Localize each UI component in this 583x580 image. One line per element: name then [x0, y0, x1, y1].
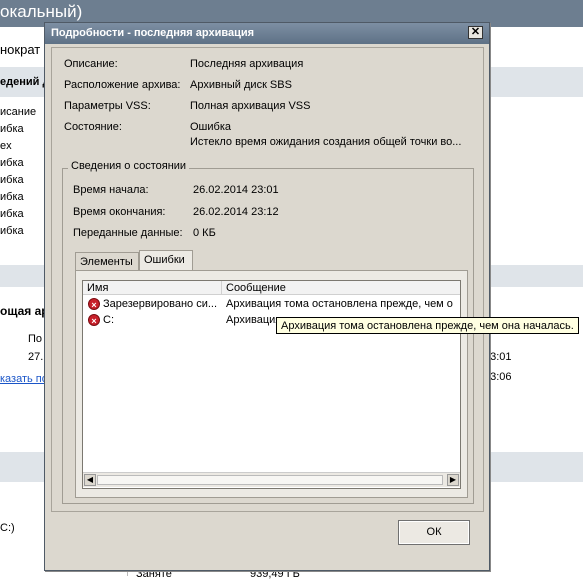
vss-value: Полная архивация VSS	[190, 100, 311, 112]
dialog-titlebar[interactable]: Подробности - последняя архивация ✕	[45, 23, 489, 44]
tab-elements[interactable]: Элементы	[75, 252, 139, 270]
background-list-item[interactable]: ибка	[0, 157, 24, 169]
error-row-message: Архивация тома остановлена прежде, чем о	[226, 298, 453, 310]
ok-button-label: ОК	[426, 526, 442, 538]
background-list: исание ибка ex ибка ибка ибка ибка ибка	[0, 106, 40, 241]
error-row[interactable]: × Зарезервировано си... Архивация тома о…	[83, 297, 460, 311]
details-dialog: Подробности - последняя архивация ✕ Опис…	[44, 22, 490, 571]
end-time-value: 26.02.2014 23:12	[193, 206, 279, 218]
location-value: Архивный диск SBS	[190, 79, 292, 91]
background-list-item[interactable]: ибка	[0, 174, 24, 186]
end-time-label: Время окончания:	[73, 206, 166, 218]
background-header-text: нократ	[0, 42, 41, 57]
column-header-name-label: Имя	[87, 282, 109, 294]
error-icon: ×	[88, 298, 100, 310]
errors-list[interactable]: Имя Сообщение × Зарезервировано си... Ар…	[82, 280, 461, 489]
state-label: Состояние:	[64, 121, 122, 133]
error-row-name: C:	[103, 314, 114, 326]
scroll-left-button[interactable]: ◀	[84, 474, 96, 486]
background-list-item[interactable]: ибка	[0, 191, 24, 203]
dialog-content-panel: Описание: Последняя архивация Расположен…	[51, 47, 484, 512]
close-icon: ✕	[470, 26, 481, 38]
background-link[interactable]: казать по	[0, 373, 48, 385]
background-section-title-2: ощая ар	[0, 304, 49, 318]
background-date-fragment: 27.	[28, 351, 44, 363]
column-header-message-label: Сообщение	[226, 282, 286, 294]
background-list-item[interactable]: ибка	[0, 225, 24, 237]
column-header-message[interactable]: Сообщение	[222, 281, 460, 295]
tab-errors[interactable]: Ошибки	[139, 250, 193, 270]
error-row-name: Зарезервировано си...	[103, 298, 218, 310]
column-header-name[interactable]: Имя	[83, 281, 222, 295]
state-value: Ошибка	[190, 121, 231, 133]
background-list-item[interactable]: ex	[0, 140, 12, 152]
background-section-title: едений д	[0, 76, 50, 88]
location-label: Расположение архива:	[64, 79, 181, 91]
error-icon: ×	[88, 314, 100, 326]
scroll-thumb[interactable]	[97, 475, 443, 485]
start-time-value: 26.02.2014 23:01	[193, 184, 279, 196]
transferred-value: 0 КБ	[193, 227, 216, 239]
background-list-item[interactable]: ибка	[0, 208, 24, 220]
start-time-label: Время начала:	[73, 184, 149, 196]
error-message-tooltip: Архивация тома остановлена прежде, чем о…	[276, 317, 579, 334]
close-button[interactable]: ✕	[468, 26, 483, 39]
ok-button[interactable]: ОК	[398, 520, 470, 545]
background-po-label: По	[28, 333, 43, 345]
background-list-item[interactable]: ибка	[0, 123, 24, 135]
tooltip-text: Архивация тома остановлена прежде, чем о…	[281, 320, 574, 332]
tab-errors-label: Ошибки	[144, 254, 185, 266]
dialog-title: Подробности - последняя архивация	[51, 27, 255, 39]
horizontal-scrollbar[interactable]: ◀ ▶	[83, 472, 460, 487]
tab-elements-label: Элементы	[80, 256, 133, 268]
background-list-header: исание	[0, 106, 37, 118]
state-detail: Истекло время ожидания создания общей то…	[190, 136, 462, 148]
vss-label: Параметры VSS:	[64, 100, 151, 112]
description-value: Последняя архивация	[190, 58, 304, 70]
description-label: Описание:	[64, 58, 118, 70]
transferred-label: Переданные данные:	[73, 227, 183, 239]
scroll-right-button[interactable]: ▶	[447, 474, 459, 486]
status-group-title: Сведения о состоянии	[68, 160, 190, 172]
background-window-title: окальный)	[0, 2, 83, 21]
errors-tab-panel: Имя Сообщение × Зарезервировано си... Ар…	[75, 270, 468, 498]
background-drive-label: C:)	[0, 522, 15, 534]
